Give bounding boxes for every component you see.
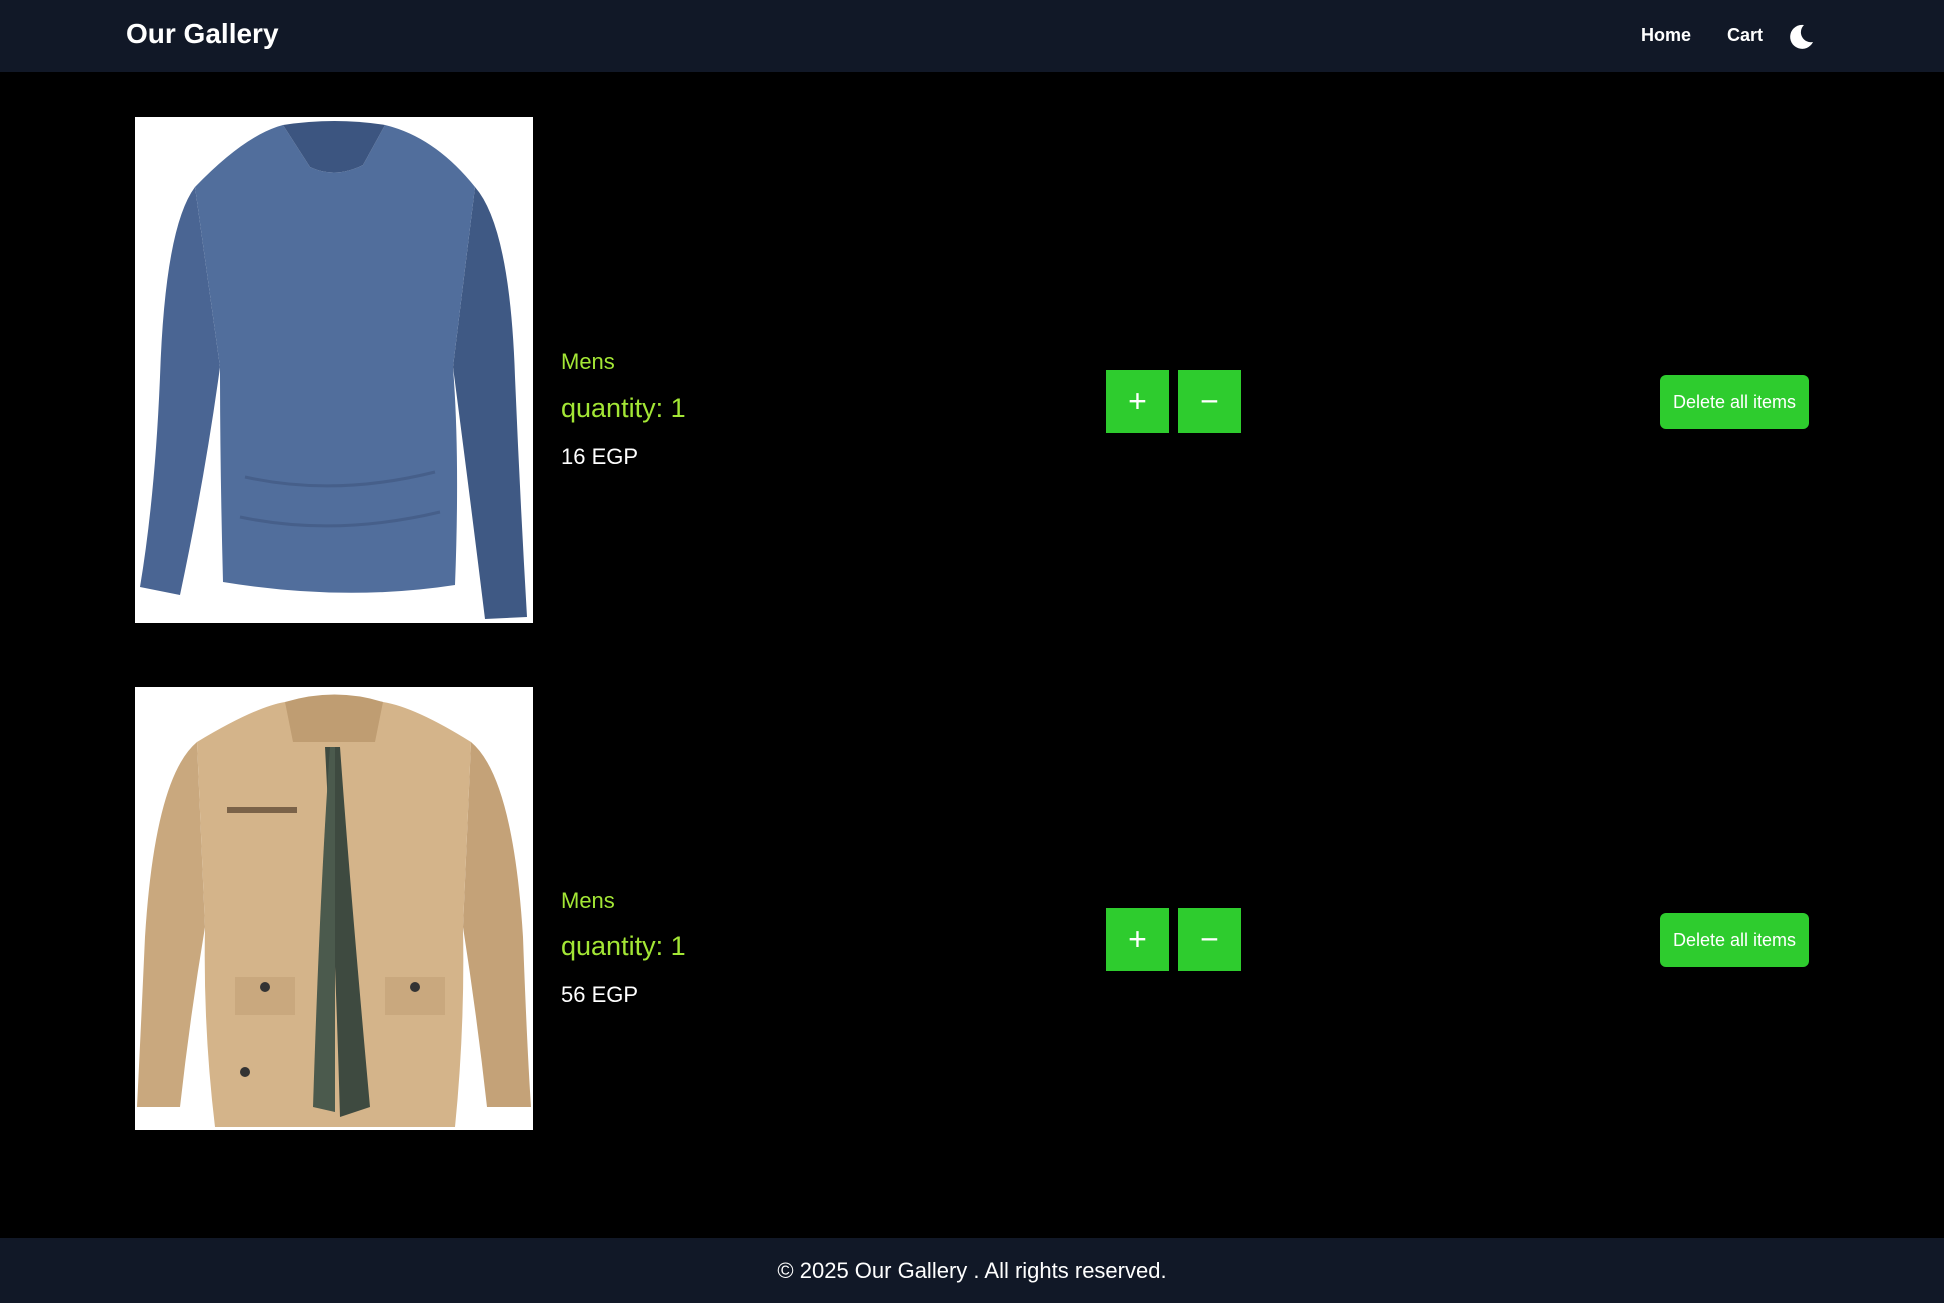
product-quantity: quantity: 1: [561, 393, 686, 423]
delete-all-items-button[interactable]: Delete all items: [1660, 913, 1809, 967]
product-quantity: quantity: 1: [561, 931, 686, 961]
product-category: Mens: [561, 349, 615, 374]
moon-icon[interactable]: [1786, 22, 1816, 52]
nav-cart-link[interactable]: Cart: [1727, 25, 1763, 46]
navbar: Our Gallery Home Cart: [0, 0, 1944, 72]
nav-home-link[interactable]: Home: [1641, 25, 1691, 46]
minus-icon: −: [1200, 921, 1219, 957]
increase-quantity-button[interactable]: +: [1106, 370, 1169, 433]
decrease-quantity-button[interactable]: −: [1178, 908, 1241, 971]
minus-icon: −: [1200, 383, 1219, 419]
copyright-text: © 2025 Our Gallery . All rights reserved…: [777, 1258, 1167, 1283]
plus-icon: +: [1128, 383, 1147, 419]
product-category: Mens: [561, 888, 615, 913]
footer: © 2025 Our Gallery . All rights reserved…: [0, 1238, 1944, 1303]
brand-logo[interactable]: Our Gallery: [126, 18, 279, 50]
plus-icon: +: [1128, 921, 1147, 957]
product-image-jacket: [135, 687, 533, 1130]
product-image-shirt: [135, 117, 533, 623]
delete-all-items-button[interactable]: Delete all items: [1660, 375, 1809, 429]
product-price: 56 EGP: [561, 982, 639, 1007]
product-price: 16 EGP: [561, 444, 639, 469]
increase-quantity-button[interactable]: +: [1106, 908, 1169, 971]
decrease-quantity-button[interactable]: −: [1178, 370, 1241, 433]
